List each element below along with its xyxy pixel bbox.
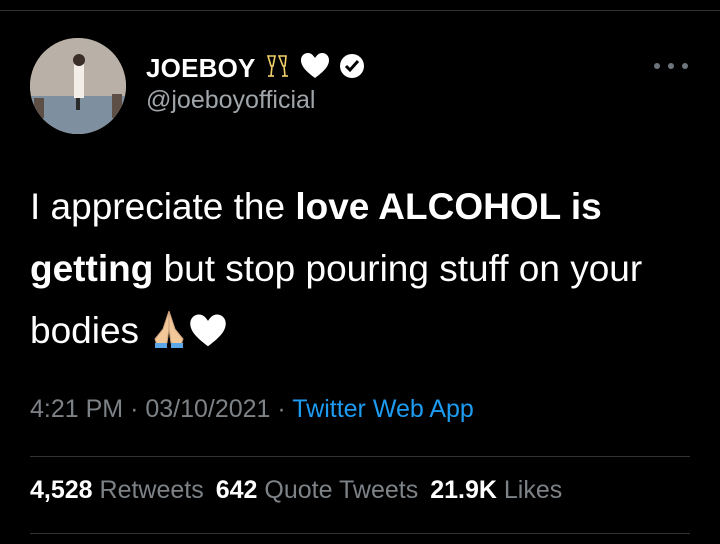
divider xyxy=(30,456,690,457)
tweet-date[interactable]: 03/10/2021 xyxy=(145,395,270,423)
quote-tweets-stat[interactable]: 642 Quote Tweets xyxy=(216,476,418,504)
name-row: JOEBOY xyxy=(146,52,366,84)
meta-separator: · xyxy=(130,395,139,423)
clinking-glasses-icon xyxy=(264,52,292,85)
tweet-text-part1: I appreciate the xyxy=(30,186,296,227)
top-divider xyxy=(0,10,720,11)
verified-badge-icon xyxy=(338,52,366,85)
quote-tweets-label: Quote Tweets xyxy=(264,476,419,504)
more-options-icon[interactable] xyxy=(654,54,688,78)
tweet-stats: 4,528 Retweets 642 Quote Tweets 21.9K Like… xyxy=(30,476,562,505)
retweets-stat[interactable]: 4,528 Retweets xyxy=(30,476,204,504)
folded-hands-icon xyxy=(149,306,189,368)
tweet-time[interactable]: 4:21 PM xyxy=(30,395,123,423)
avatar[interactable] xyxy=(30,38,126,134)
white-heart-icon xyxy=(300,52,330,85)
display-name[interactable]: JOEBOY xyxy=(146,53,256,84)
tweet-source-link[interactable]: Twitter Web App xyxy=(292,395,474,423)
meta-separator: · xyxy=(277,395,286,423)
divider xyxy=(30,533,690,534)
quote-tweets-count: 642 xyxy=(215,476,258,504)
user-handle[interactable]: @joeboyofficial xyxy=(146,86,315,115)
tweet-meta: 4:21 PM · 03/10/2021 · Twitter Web App xyxy=(30,395,474,424)
likes-stat[interactable]: 21.9K Likes xyxy=(430,476,562,504)
retweets-label: Retweets xyxy=(99,476,204,504)
retweets-count: 4,528 xyxy=(30,476,93,504)
tweet-text: I appreciate the love ALCOHOL is getting… xyxy=(30,176,690,368)
white-heart-icon xyxy=(189,306,227,368)
likes-count: 21.9K xyxy=(430,476,497,504)
likes-label: Likes xyxy=(503,476,563,504)
album-art-image xyxy=(30,38,126,134)
